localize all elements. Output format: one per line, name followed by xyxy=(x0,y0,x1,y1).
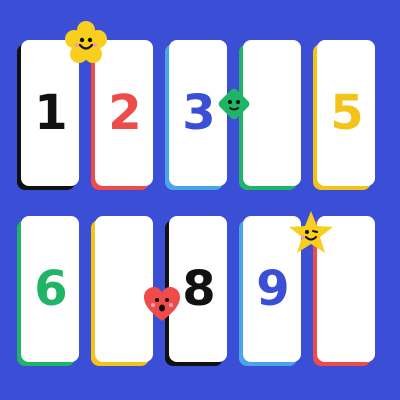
card-number: 6 xyxy=(34,261,67,317)
card-number: 2 xyxy=(108,85,141,141)
number-card-4-hidden[interactable] xyxy=(243,40,301,186)
card-number: 9 xyxy=(256,261,289,317)
number-card-10-hidden[interactable] xyxy=(317,216,375,362)
number-card-1[interactable]: 1 xyxy=(21,40,79,186)
card-number: 3 xyxy=(182,85,215,141)
number-card-7-hidden[interactable] xyxy=(95,216,153,362)
card-number: 8 xyxy=(182,261,215,317)
number-card-5[interactable]: 5 xyxy=(317,40,375,186)
card-number: 5 xyxy=(330,85,363,141)
card-number: 1 xyxy=(34,85,67,141)
number-card-9[interactable]: 9 xyxy=(243,216,301,362)
number-card-8[interactable]: 8 xyxy=(169,216,227,362)
number-card-3[interactable]: 3 xyxy=(169,40,227,186)
number-board: 1 2 3 5 6 8 9 xyxy=(0,0,400,400)
number-card-6[interactable]: 6 xyxy=(21,216,79,362)
number-card-2[interactable]: 2 xyxy=(95,40,153,186)
